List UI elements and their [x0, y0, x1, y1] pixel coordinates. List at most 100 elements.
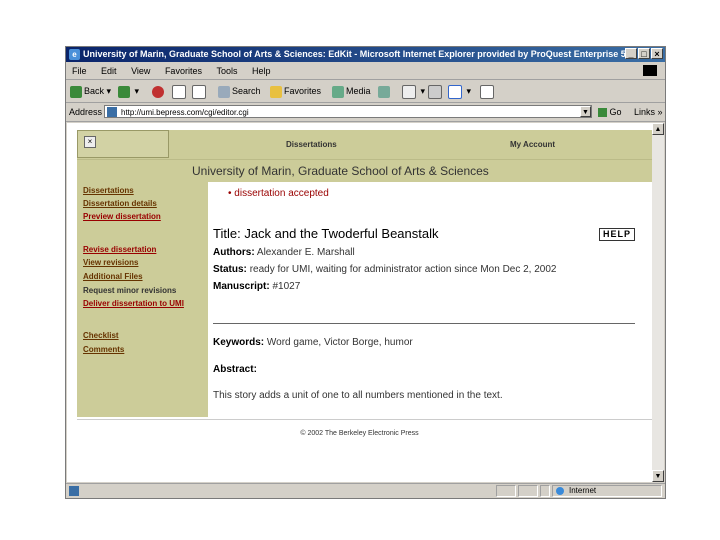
go-arrow-icon [598, 108, 607, 118]
page-top-bar: × Dissertations My Account [77, 130, 652, 159]
window-title: University of Marin, Graduate School of … [83, 49, 626, 59]
status-message: • dissertation accepted [228, 188, 329, 199]
links-button[interactable]: Links » [634, 103, 663, 121]
sidebar-item-comments[interactable]: Comments [83, 345, 124, 354]
menu-view[interactable]: View [131, 66, 150, 76]
status-bar: Internet [66, 483, 665, 498]
address-input[interactable]: http://umi.bepress.com/cgi/editor.cgi [104, 105, 592, 118]
address-url: http://umi.bepress.com/cgi/editor.cgi [121, 108, 249, 117]
menu-favorites[interactable]: Favorites [165, 66, 202, 76]
windows-logo-icon [643, 65, 657, 76]
status-field: Status: ready for UMI, waiting for admin… [213, 264, 557, 275]
page-icon [107, 107, 117, 117]
print-button[interactable] [428, 84, 444, 99]
sidebar-item-additional-files[interactable]: Additional Files [83, 272, 143, 281]
institution-title: University of Marin, Graduate School of … [192, 164, 489, 178]
discuss-button[interactable] [480, 84, 496, 99]
status-cell [540, 485, 550, 497]
refresh-button[interactable] [172, 84, 188, 99]
minimize-button[interactable]: _ [625, 48, 637, 59]
maximize-button[interactable]: □ [638, 48, 650, 59]
status-cell [518, 485, 538, 497]
address-dropdown-button[interactable]: ▼ [580, 106, 591, 117]
close-button[interactable]: × [651, 48, 663, 59]
address-bar: Address http://umi.bepress.com/cgi/edito… [66, 103, 665, 122]
back-button[interactable]: Back ▾ [70, 84, 111, 98]
sidebar-item-request-minor-revisions: Request minor revisions [83, 286, 177, 295]
browser-window: e University of Marin, Graduate School of… [65, 46, 666, 499]
status-value: ready for UMI, waiting for administrator… [249, 264, 557, 275]
mail-button[interactable]: ▾ [402, 84, 425, 99]
history-button[interactable] [378, 84, 392, 98]
favorites-button[interactable]: Favorites [270, 84, 321, 98]
nav-my-account[interactable]: My Account [510, 140, 555, 149]
print-icon [428, 84, 442, 99]
discuss-icon [480, 84, 494, 99]
stop-icon [152, 85, 164, 98]
title-value: Jack and the Twoderful Beanstalk [244, 226, 439, 241]
sidebar: Dissertations Dissertation details Previ… [77, 181, 208, 417]
document-title: Title: Jack and the Twoderful Beanstalk [213, 226, 438, 241]
footer-divider [77, 419, 652, 420]
help-button[interactable]: HELP [599, 228, 635, 241]
home-icon [192, 84, 206, 99]
back-arrow-icon [70, 85, 82, 98]
word-edit-icon [448, 84, 462, 99]
keywords-value: Word game, Victor Borge, humor [266, 337, 413, 348]
sidebar-item-view-revisions[interactable]: View revisions [83, 258, 138, 267]
search-button[interactable]: Search [218, 84, 261, 98]
forward-button[interactable]: ▾ [118, 84, 139, 98]
abstract-text: This story adds a unit of one to all num… [213, 390, 503, 401]
title-bar: e University of Marin, Graduate School of… [66, 47, 665, 62]
vertical-scrollbar[interactable]: ▲ ▼ [652, 123, 664, 482]
status-cell [496, 485, 516, 497]
sidebar-item-revise-dissertation[interactable]: Revise dissertation [83, 245, 156, 254]
footer-copyright: © 2002 The Berkeley Electronic Press [300, 430, 419, 437]
media-button[interactable]: Media [332, 84, 371, 98]
stop-button[interactable] [152, 84, 166, 98]
media-icon [332, 85, 344, 98]
authors-value: Alexander E. Marshall [256, 247, 355, 258]
refresh-icon [172, 84, 186, 99]
authors-field: Authors: Alexander E. Marshall [213, 247, 355, 258]
manuscript-field: Manuscript: #1027 [213, 281, 300, 292]
page-viewport: × Dissertations My Account University of… [67, 123, 652, 482]
sidebar-item-dissertations[interactable]: Dissertations [83, 186, 134, 195]
close-x-icon[interactable]: × [84, 136, 96, 148]
home-button[interactable] [192, 84, 208, 99]
search-icon [218, 85, 230, 98]
go-button[interactable]: Go [598, 103, 622, 121]
sidebar-item-dissertation-details[interactable]: Dissertation details [83, 199, 157, 208]
abstract-heading: Abstract: [213, 364, 257, 375]
menu-edit[interactable]: Edit [101, 66, 117, 76]
menu-file[interactable]: File [72, 66, 87, 76]
menu-help[interactable]: Help [252, 66, 271, 76]
favorites-star-icon [270, 85, 282, 98]
manuscript-value: #1027 [272, 281, 301, 292]
menu-tools[interactable]: Tools [216, 66, 237, 76]
forward-arrow-icon [118, 85, 130, 98]
sidebar-item-deliver-dissertation[interactable]: Deliver dissertation to UMI [83, 299, 184, 308]
keywords-field: Keywords: Word game, Victor Borge, humor [213, 337, 413, 348]
authors-label: Authors: [213, 247, 255, 258]
keywords-label: Keywords: [213, 337, 265, 348]
history-icon [378, 85, 390, 98]
main-content: • dissertation accepted Title: Jack and … [208, 181, 652, 417]
close-panel: × [77, 130, 169, 158]
nav-dissertations[interactable]: Dissertations [286, 140, 337, 149]
toolbar: Back ▾ ▾ Search Favorites Media ▾ ▾ [66, 80, 665, 103]
status-label: Status: [213, 264, 247, 275]
manuscript-label: Manuscript: [213, 281, 270, 292]
globe-icon [556, 487, 564, 495]
scroll-down-button[interactable]: ▼ [652, 470, 664, 482]
scroll-up-button[interactable]: ▲ [652, 123, 664, 135]
menu-bar: File Edit View Favorites Tools Help [66, 63, 665, 80]
sidebar-item-preview-dissertation[interactable]: Preview dissertation [83, 212, 161, 221]
sidebar-item-checklist[interactable]: Checklist [83, 331, 119, 340]
divider [213, 323, 635, 324]
address-label: Address [69, 107, 103, 117]
internet-explorer-icon: e [69, 49, 80, 60]
edit-button[interactable]: ▾ [448, 84, 471, 99]
institution-banner: University of Marin, Graduate School of … [77, 159, 652, 182]
page-done-icon [69, 486, 79, 496]
